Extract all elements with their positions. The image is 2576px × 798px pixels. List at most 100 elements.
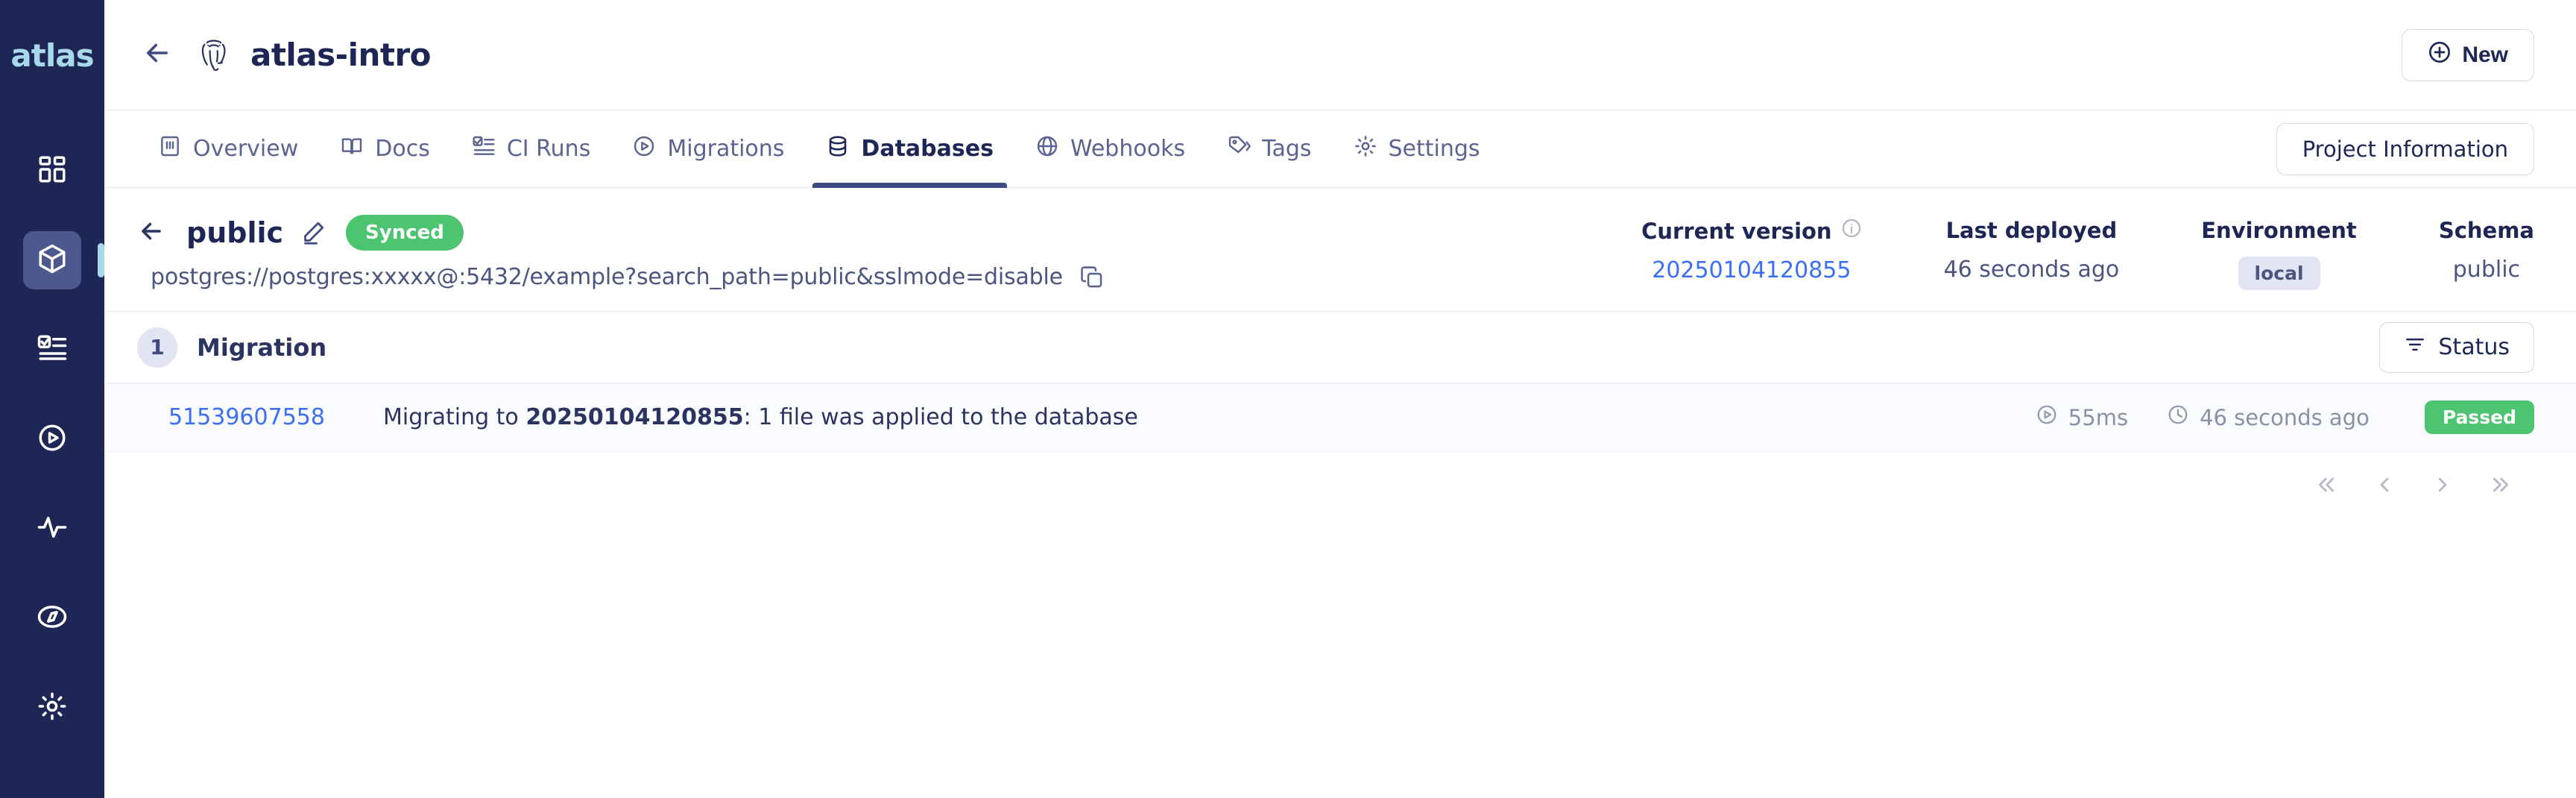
left-sidebar: atlas (0, 0, 104, 798)
top-bar: atlas-intro New (104, 0, 2576, 110)
tab-ci-runs-label: CI Runs (507, 136, 591, 162)
sidebar-item-activity[interactable] (23, 500, 81, 558)
tab-settings[interactable]: Settings (1333, 110, 1501, 188)
database-icon (826, 134, 850, 164)
plus-circle-icon (2428, 40, 2452, 70)
migration-duration-value: 55ms (2068, 405, 2128, 430)
tab-overview-label: Overview (193, 136, 298, 162)
tab-webhooks[interactable]: Webhooks (1014, 110, 1206, 188)
database-back-button[interactable] (137, 217, 174, 249)
chevrons-left-icon (2314, 473, 2338, 500)
migration-duration: 55ms (2036, 403, 2128, 431)
meta-schema: Schema public (2439, 215, 2534, 283)
migration-id-link[interactable]: 51539607558 (137, 404, 383, 430)
tab-bar: Overview Docs CI Runs (104, 110, 2576, 188)
tab-docs[interactable]: Docs (319, 110, 451, 188)
empty-content-area (104, 521, 2576, 798)
migration-desc-suffix: : 1 file was applied to the database (744, 404, 1138, 430)
filter-icon (2404, 333, 2426, 362)
pagination-prev-button[interactable] (2355, 457, 2414, 515)
tab-tags[interactable]: Tags (1206, 110, 1332, 188)
play-circle-icon (2036, 403, 2058, 431)
tab-databases[interactable]: Databases (805, 110, 1014, 188)
sidebar-item-runs[interactable] (23, 410, 81, 468)
meta-last-deployed: Last deployed 46 seconds ago (1944, 215, 2120, 283)
new-button-label: New (2462, 43, 2508, 68)
status-filter-label: Status (2438, 334, 2510, 360)
database-title-row: public Synced (137, 215, 1105, 251)
sidebar-item-projects[interactable] (23, 231, 81, 289)
pagination-last-button[interactable] (2472, 457, 2530, 515)
tab-ci-runs[interactable]: CI Runs (451, 110, 612, 188)
copy-icon[interactable] (1079, 265, 1105, 290)
migration-desc-version: 20250104120855 (525, 404, 743, 430)
play-circle-icon (632, 134, 656, 164)
tab-migrations-label: Migrations (667, 136, 784, 162)
project-information-button[interactable]: Project Information (2276, 123, 2534, 175)
meta-environment: Environment local (2201, 215, 2357, 290)
database-header-left: public Synced postgres://postgres:xxxxx@… (137, 215, 1105, 290)
tab-migrations[interactable]: Migrations (611, 110, 805, 188)
play-circle-icon (37, 422, 68, 457)
arrow-left-icon (142, 37, 173, 72)
project-information-label: Project Information (2302, 136, 2508, 162)
pagination-next-button[interactable] (2414, 457, 2472, 515)
atlas-logo[interactable]: atlas (0, 0, 104, 110)
cube-icon (37, 243, 68, 278)
compass-icon (37, 601, 68, 636)
globe-icon (1035, 134, 1059, 164)
tab-webhooks-label: Webhooks (1070, 136, 1185, 162)
meta-environment-label: Environment (2201, 218, 2357, 243)
sidebar-item-dashboard[interactable] (23, 142, 81, 200)
status-badge-passed: Passed (2425, 400, 2534, 434)
info-icon[interactable] (1841, 218, 1862, 244)
clock-icon (2167, 403, 2189, 431)
meta-last-deployed-value: 46 seconds ago (1944, 257, 2120, 283)
page-title: atlas-intro (250, 37, 431, 73)
edit-pencil-icon[interactable] (300, 219, 326, 246)
database-name: public (186, 216, 283, 249)
atlas-logo-text: atlas (10, 37, 93, 74)
new-button[interactable]: New (2402, 29, 2534, 81)
meta-current-version-value[interactable]: 20250104120855 (1652, 257, 1851, 283)
tab-tags-label: Tags (1262, 136, 1311, 162)
database-header: public Synced postgres://postgres:xxxxx@… (104, 188, 2576, 312)
migration-timestamp-value: 46 seconds ago (2200, 405, 2370, 430)
chevron-right-icon (2431, 473, 2455, 500)
overview-icon (158, 134, 182, 164)
book-icon (340, 134, 364, 164)
dashboard-icon (37, 154, 68, 189)
connection-string-row: postgres://postgres:xxxxx@:5432/example?… (151, 264, 1105, 290)
meta-schema-value: public (2453, 257, 2520, 283)
migration-section-header: 1 Migration Status (104, 312, 2576, 383)
pagination (104, 452, 2576, 521)
postgresql-elephant-icon (194, 35, 234, 75)
checklist-icon (472, 134, 496, 164)
tag-icon (1227, 134, 1251, 164)
activity-icon (37, 512, 68, 547)
status-badge-synced: Synced (346, 215, 464, 251)
arrow-left-icon (137, 217, 165, 249)
table-row[interactable]: 51539607558 Migrating to 20250104120855:… (104, 383, 2576, 452)
chevrons-right-icon (2489, 473, 2513, 500)
migration-section-title: Migration (197, 333, 326, 362)
migration-count-badge: 1 (137, 327, 177, 368)
meta-last-deployed-label: Last deployed (1946, 218, 2118, 243)
sidebar-item-settings[interactable] (23, 679, 81, 737)
database-meta: Current version 20250104120855 Last depl… (1641, 215, 2534, 290)
tab-databases-label: Databases (861, 136, 994, 162)
main-content: atlas-intro New Overview (104, 0, 2576, 798)
pagination-first-button[interactable] (2297, 457, 2355, 515)
meta-current-version-label: Current version (1641, 218, 1861, 244)
migration-row-right: 55ms 46 seconds ago Passed (2036, 400, 2534, 434)
back-button[interactable] (137, 37, 177, 72)
migration-desc-prefix: Migrating to (383, 404, 525, 430)
connection-string: postgres://postgres:xxxxx@:5432/example?… (151, 264, 1063, 290)
sidebar-item-explore[interactable] (23, 589, 81, 647)
migration-description: Migrating to 20250104120855: 1 file was … (383, 404, 1138, 430)
meta-environment-value: local (2238, 257, 2320, 290)
tab-docs-label: Docs (375, 136, 430, 162)
status-filter-button[interactable]: Status (2379, 322, 2534, 373)
tab-overview[interactable]: Overview (137, 110, 319, 188)
sidebar-item-tasks[interactable] (23, 321, 81, 379)
